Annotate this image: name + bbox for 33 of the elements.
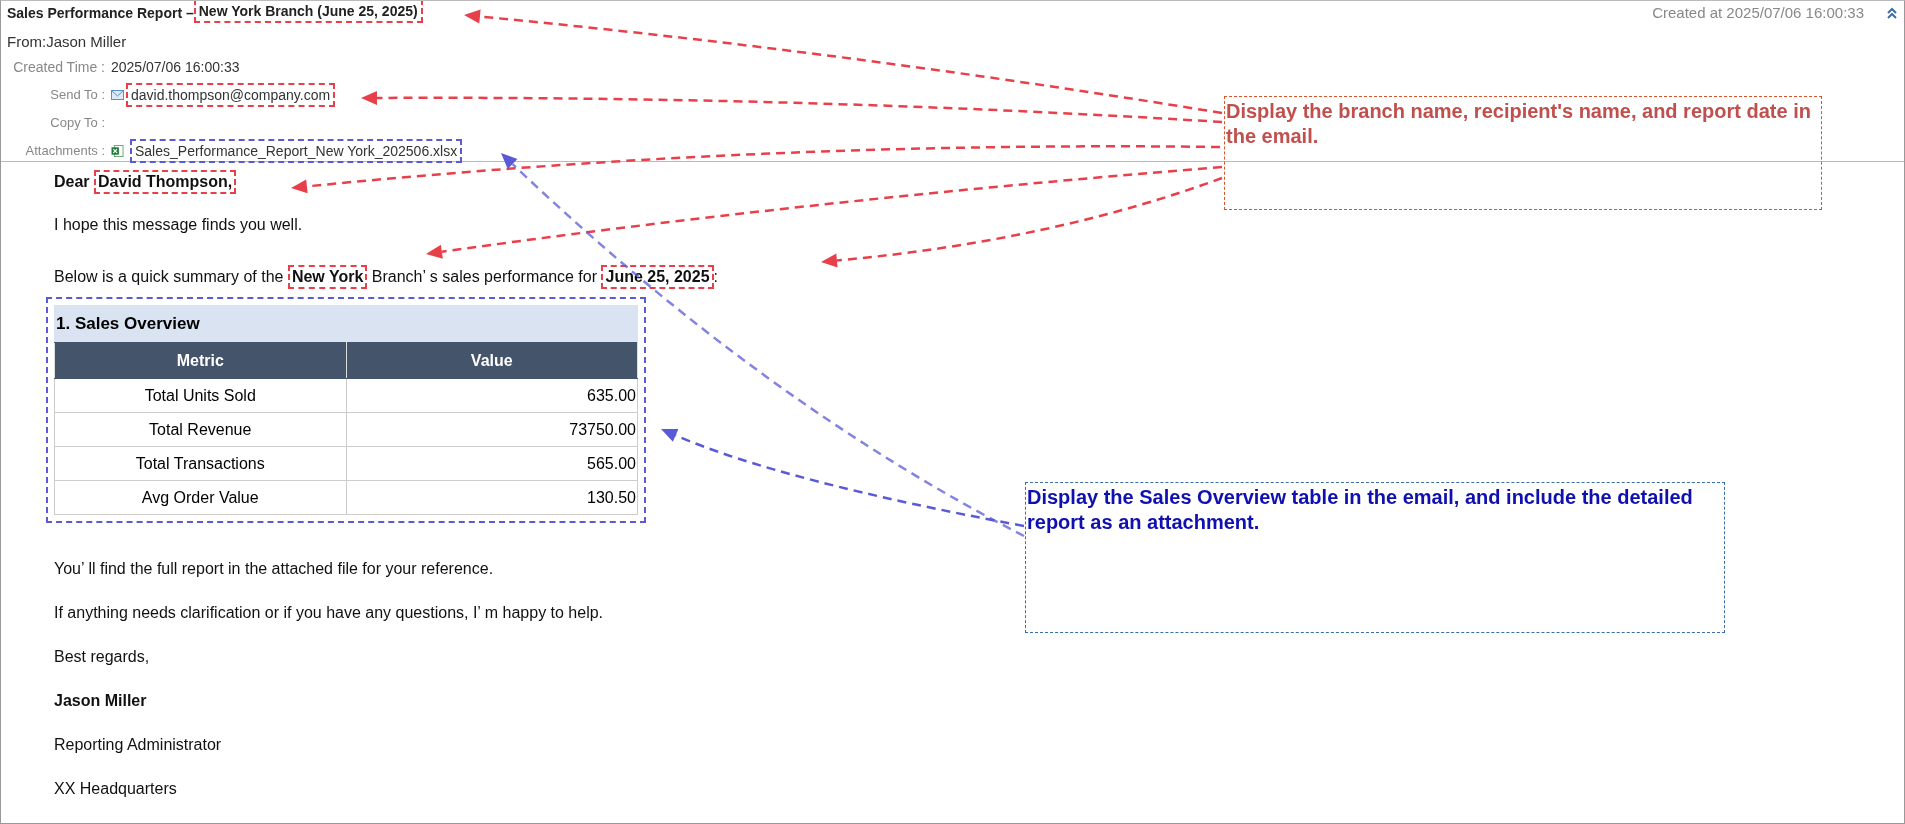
body-paragraph: If anything needs clarification or if you have any questions, I’ m happy to help. xyxy=(54,603,605,623)
field-label: Copy To : xyxy=(49,115,105,130)
table-cell: 635.00 xyxy=(346,378,638,413)
table-cell: 130.50 xyxy=(346,480,638,515)
annotation-note: Display the Sales Overview table in the email, and include the detailed report as an attachment. xyxy=(1025,482,1725,633)
collapse-chevron-icon[interactable] xyxy=(1886,7,1898,19)
annotation-note: Display the branch name, recipient's name, and report date in the email. xyxy=(1224,96,1822,210)
sender-line: From:Jason Miller xyxy=(7,32,128,52)
spreadsheet-file-icon xyxy=(111,144,124,157)
body-paragraph: I hope this message finds you well. xyxy=(54,215,304,235)
recipient-address[interactable]: david.thompson@company.com xyxy=(126,82,336,107)
table-cell: 565.00 xyxy=(346,446,638,481)
body-paragraph: You’ ll find the full report in the attached file for your reference. xyxy=(54,559,495,579)
table-cell: Avg Order Value xyxy=(54,480,346,515)
signature-name: Jason Miller xyxy=(54,691,148,711)
field-label: Created Time : xyxy=(12,58,105,75)
created-timestamp: Created at 2025/07/06 16:00:33 xyxy=(1652,3,1864,23)
column-header: Value xyxy=(346,342,638,379)
field-label: Attachments : xyxy=(24,143,105,158)
column-header: Metric xyxy=(54,342,346,379)
closing-line: Best regards, xyxy=(54,647,151,667)
attachment-link[interactable]: Sales_Performance_Report_New York_202506.xlsx xyxy=(130,138,463,163)
table-cell: Total Units Sold xyxy=(54,378,346,413)
envelope-icon xyxy=(111,88,124,101)
body-paragraph: Below is a quick summary of the New York Branch’ s sales performance for June 25, 2025 : xyxy=(54,261,1904,293)
table-cell: 73750.00 xyxy=(346,412,638,447)
signature-organization: XX Headquarters xyxy=(54,779,178,799)
signature-title: Reporting Administrator xyxy=(54,735,223,755)
table-cell: Total Revenue xyxy=(54,412,346,447)
table-cell: Total Transactions xyxy=(54,446,346,481)
table-title: 1. Sales Overview xyxy=(54,305,638,342)
field-value: 2025/07/06 16:00:33 xyxy=(111,58,240,75)
field-label: Send To : xyxy=(49,87,105,102)
